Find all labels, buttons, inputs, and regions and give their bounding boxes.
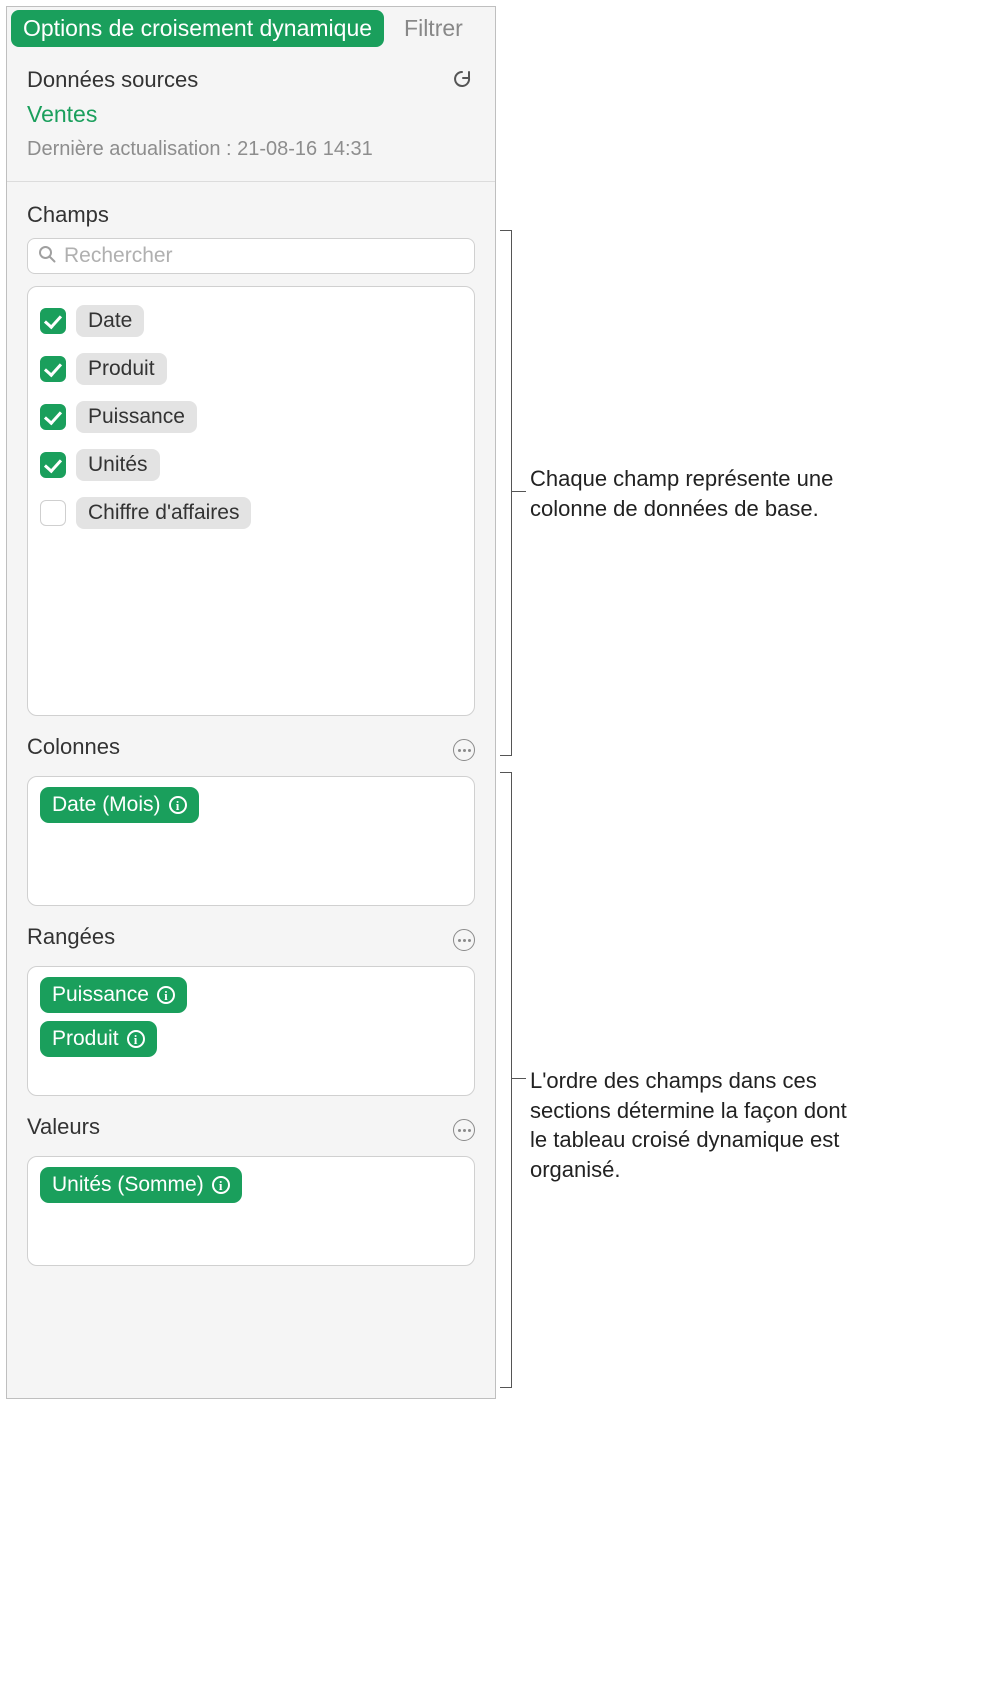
field-checkbox-produit[interactable] [40, 356, 66, 382]
callout-spur [512, 1078, 526, 1079]
columns-well[interactable]: Date (Mois) [27, 776, 475, 906]
callout-sections: L'ordre des champs dans ces sections dét… [530, 1066, 850, 1185]
callout-fields: Chaque champ représente une colonne de d… [530, 464, 840, 523]
callout-bracket [500, 772, 512, 1388]
search-box[interactable] [27, 238, 475, 274]
divider [7, 181, 495, 182]
pill-label: Unités (Somme) [52, 1173, 204, 1197]
field-row: Unités [40, 441, 462, 489]
search-input[interactable] [56, 243, 464, 269]
rows-title: Rangées [27, 924, 115, 950]
values-more-icon[interactable] [453, 1119, 475, 1141]
pill-label: Produit [52, 1027, 119, 1051]
column-pill-date[interactable]: Date (Mois) [40, 787, 199, 823]
row-pill-produit[interactable]: Produit [40, 1021, 157, 1057]
values-title: Valeurs [27, 1114, 100, 1140]
info-icon[interactable] [157, 986, 175, 1004]
field-row: Chiffre d'affaires [40, 489, 462, 537]
field-chip-date[interactable]: Date [76, 305, 144, 337]
fields-title: Champs [27, 202, 475, 228]
field-row: Date [40, 297, 462, 345]
pill-label: Date (Mois) [52, 793, 161, 817]
field-checkbox-puissance[interactable] [40, 404, 66, 430]
values-well[interactable]: Unités (Somme) [27, 1156, 475, 1266]
tab-filter[interactable]: Filtrer [392, 10, 475, 47]
tab-pivot-options[interactable]: Options de croisement dynamique [11, 10, 384, 47]
field-chip-chiffre[interactable]: Chiffre d'affaires [76, 497, 251, 529]
info-icon[interactable] [169, 796, 187, 814]
info-icon[interactable] [127, 1030, 145, 1048]
fields-list: Date Produit Puissance Unités Chiffre d'… [27, 286, 475, 716]
field-checkbox-chiffre[interactable] [40, 500, 66, 526]
field-row: Puissance [40, 393, 462, 441]
row-pill-puissance[interactable]: Puissance [40, 977, 187, 1013]
rows-well[interactable]: Puissance Produit [27, 966, 475, 1096]
columns-title: Colonnes [27, 734, 120, 760]
callout-bracket [500, 230, 512, 756]
source-name[interactable]: Ventes [27, 101, 475, 128]
source-title: Données sources [27, 67, 198, 93]
pivot-options-panel: Options de croisement dynamique Filtrer … [6, 6, 496, 1399]
refresh-icon[interactable] [451, 68, 475, 92]
tabs: Options de croisement dynamique Filtrer [7, 7, 495, 49]
value-pill-unites[interactable]: Unités (Somme) [40, 1167, 242, 1203]
field-row: Produit [40, 345, 462, 393]
rows-more-icon[interactable] [453, 929, 475, 951]
source-updated: Dernière actualisation : 21-08-16 14:31 [27, 138, 475, 161]
columns-more-icon[interactable] [453, 739, 475, 761]
search-icon [38, 245, 56, 268]
field-chip-unites[interactable]: Unités [76, 449, 160, 481]
callout-spur [512, 491, 526, 492]
info-icon[interactable] [212, 1176, 230, 1194]
field-chip-produit[interactable]: Produit [76, 353, 167, 385]
field-checkbox-date[interactable] [40, 308, 66, 334]
field-checkbox-unites[interactable] [40, 452, 66, 478]
pill-label: Puissance [52, 983, 149, 1007]
field-chip-puissance[interactable]: Puissance [76, 401, 197, 433]
